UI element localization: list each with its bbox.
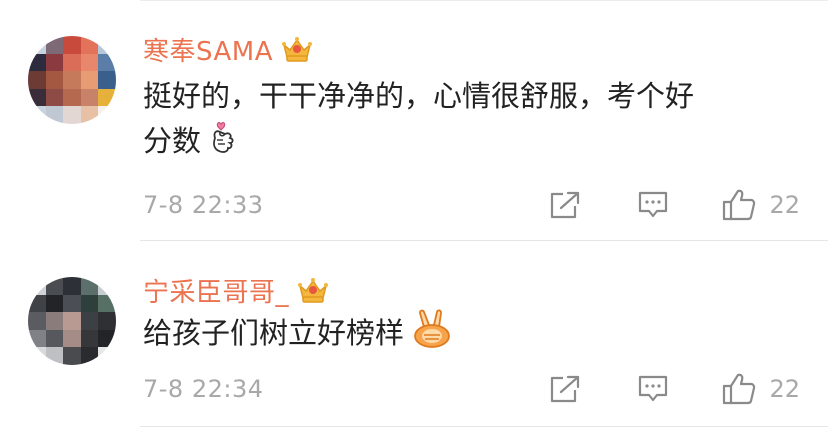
like-count: 22 <box>769 191 800 219</box>
share-forward-button[interactable] <box>549 374 581 404</box>
timestamp: 7-8 22:34 <box>143 375 264 403</box>
victory-hand-emoji-icon <box>410 309 454 361</box>
thumbs-up-icon <box>723 189 756 221</box>
comment-text-segment: 分数 <box>143 124 202 158</box>
comment-bubble-icon <box>639 191 668 218</box>
comment-text-line: 给孩子们树立好榜样 <box>143 316 405 350</box>
share-forward-button[interactable] <box>549 190 581 220</box>
avatar[interactable] <box>28 36 116 124</box>
reply-comment-button[interactable] <box>637 373 669 405</box>
like-button[interactable]: 22 <box>721 372 800 406</box>
comment-text-line: 挺好的，干干净净的，心情很舒服，考个好 <box>143 79 695 113</box>
comment-item: 寒奉SAMA 挺好的，干干净净的，心情很舒服，考个好 分数 7-8 22:33 … <box>0 0 828 240</box>
reply-comment-button[interactable] <box>637 189 669 221</box>
comment-list: 寒奉SAMA 挺好的，干干净净的，心情很舒服，考个好 分数 7-8 22:33 … <box>0 0 828 429</box>
comment-divider <box>140 426 828 427</box>
username[interactable]: 寒奉SAMA <box>143 31 273 68</box>
like-button[interactable]: 22 <box>721 188 800 222</box>
comment-text: 给孩子们树立好榜样 <box>143 309 793 361</box>
comment-bubble-icon <box>639 375 668 402</box>
username[interactable]: 宁采臣哥哥_ <box>143 272 289 309</box>
like-count: 22 <box>769 375 800 403</box>
timestamp: 7-8 22:33 <box>143 191 264 219</box>
share-forward-icon <box>551 375 580 403</box>
comment-text-line-2: 分数 <box>143 118 793 168</box>
comment-item: 宁采臣哥哥_ 给孩子们树立好榜样 7-8 22:34 22 <box>0 241 828 429</box>
vip-crown-icon <box>297 276 329 304</box>
vip-crown-icon <box>281 35 313 63</box>
comment-text: 挺好的，干干净净的，心情很舒服，考个好 分数 <box>143 74 793 168</box>
thumbs-up-icon <box>723 373 756 405</box>
share-forward-icon <box>551 191 580 219</box>
finger-heart-emoji-icon <box>207 118 239 168</box>
avatar[interactable] <box>28 277 116 365</box>
